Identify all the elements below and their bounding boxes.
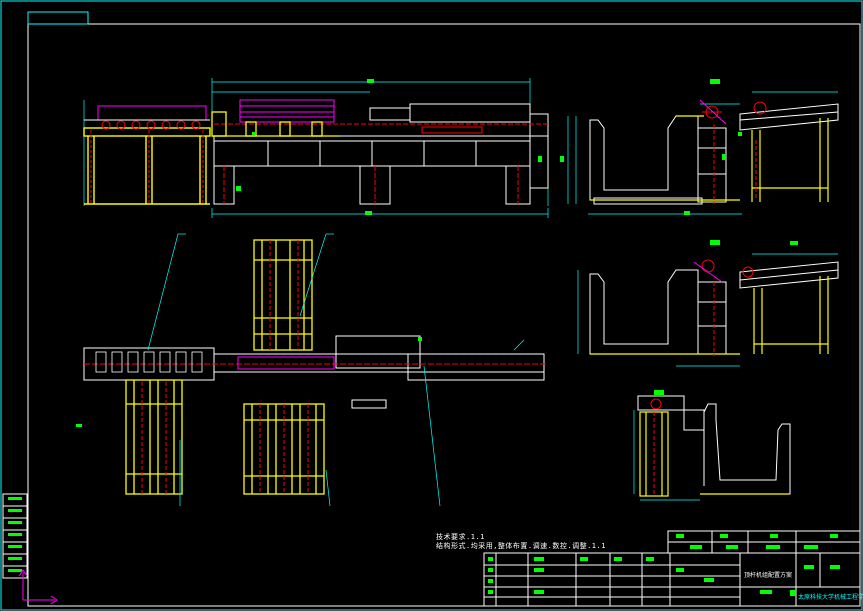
company-name: 太原科技大学机械工程学院: [798, 594, 863, 601]
cad-drawing-canvas[interactable]: [0, 0, 863, 611]
side-view-bottom: [633, 390, 791, 501]
ucs-axis-icon: [18, 569, 58, 605]
technical-notes-line-2: 结构形式.均采用,整体布置.调速.数控.调整.1.1: [436, 542, 606, 550]
sheet-outer-border: [0, 0, 863, 611]
drawing-title: 顶杆机组配置方案: [744, 572, 793, 579]
sheet-corner-tag: [27, 11, 89, 25]
left-margin-green-marks: [8, 497, 22, 572]
side-view-middle: [577, 240, 839, 367]
sheet-inner-border: [27, 23, 861, 607]
side-view-top: [560, 79, 839, 215]
front-elevation-view: [83, 78, 549, 218]
plan-view: [76, 233, 546, 507]
